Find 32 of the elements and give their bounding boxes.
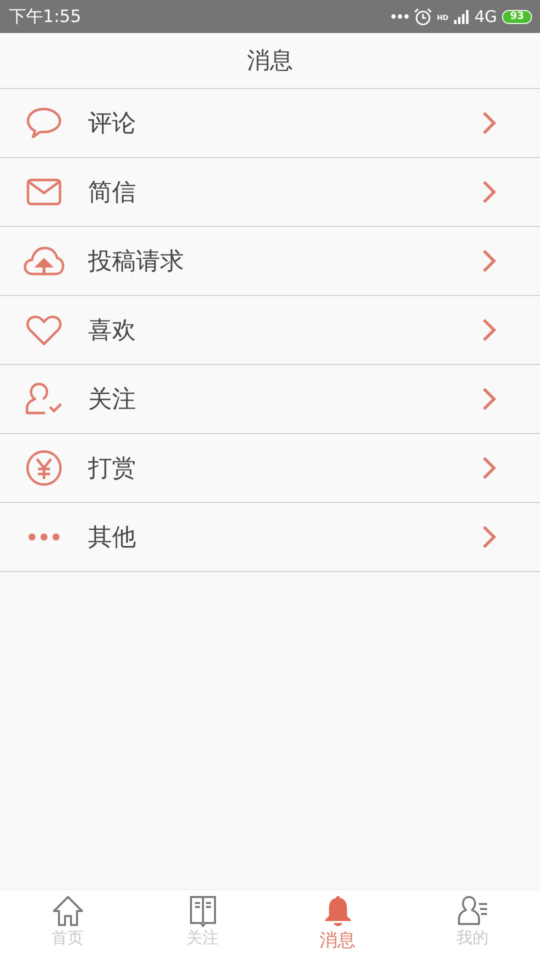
status-time: 下午1:55 <box>9 6 82 28</box>
message-category-item[interactable]: 评论 <box>0 89 540 158</box>
message-category-item[interactable]: 打赏 <box>0 434 540 503</box>
chevron-right-icon <box>482 249 496 273</box>
battery-level: 93 <box>502 10 532 24</box>
message-category-item[interactable]: 简信 <box>0 158 540 227</box>
profile-icon <box>456 895 488 927</box>
alarm-icon <box>414 8 432 26</box>
yen-coin-icon <box>25 449 63 487</box>
cloud-upload-icon <box>23 246 65 276</box>
more-icon <box>390 14 409 19</box>
message-category-item[interactable]: 关注 <box>0 365 540 434</box>
person-check-icon <box>25 382 63 416</box>
more-icon <box>28 533 60 541</box>
heart-icon <box>26 314 62 346</box>
book-icon <box>188 895 216 927</box>
bell-icon <box>322 895 352 927</box>
chevron-right-icon <box>482 111 496 135</box>
chevron-right-icon <box>482 525 496 549</box>
signal-icon <box>454 10 470 24</box>
page-title: 消息 <box>247 47 293 76</box>
message-category-item[interactable]: 投稿请求 <box>0 227 540 296</box>
speech-bubble-icon <box>26 107 62 139</box>
chevron-right-icon <box>482 387 496 411</box>
network-label: 4G <box>474 7 498 26</box>
chevron-right-icon <box>482 318 496 342</box>
chevron-right-icon <box>482 180 496 204</box>
envelope-icon <box>26 178 62 206</box>
home-icon <box>52 895 84 927</box>
chevron-right-icon <box>482 456 496 480</box>
message-category-item[interactable]: 其他 <box>0 503 540 572</box>
message-category-item[interactable]: 喜欢 <box>0 296 540 365</box>
